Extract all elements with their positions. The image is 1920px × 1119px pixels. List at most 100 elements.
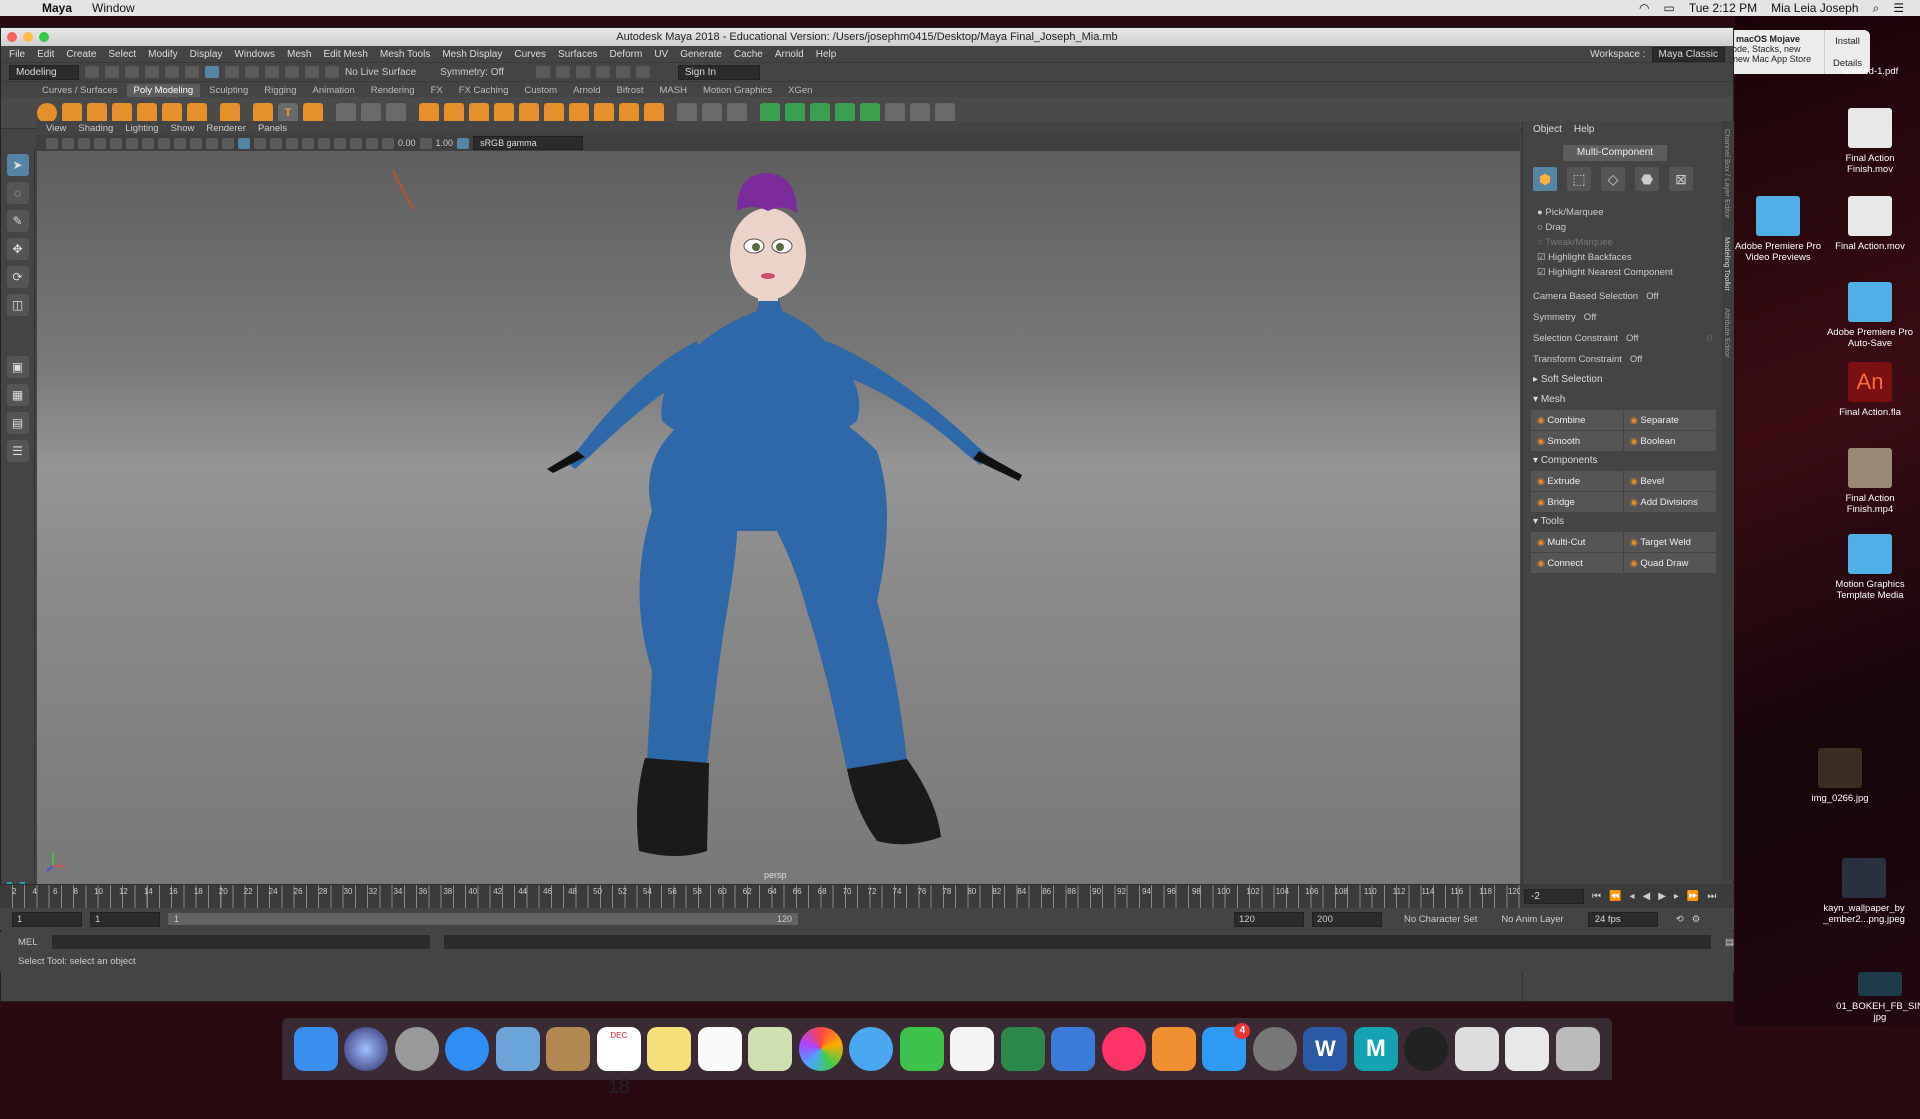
- tweak-marquee-radio[interactable]: ○ Tweak/Marquee: [1523, 235, 1722, 250]
- side-tab-modeling-toolkit[interactable]: Modeling Toolkit: [1722, 219, 1732, 291]
- menu-item[interactable]: Arnold: [775, 49, 804, 60]
- mesh-section[interactable]: ▾ Mesh: [1523, 390, 1722, 410]
- pick-marquee-radio[interactable]: ● Pick/Marquee: [1523, 205, 1722, 220]
- grid-icon[interactable]: [110, 137, 122, 149]
- menu-item[interactable]: Create: [66, 49, 96, 60]
- select-tool-icon[interactable]: ➤: [6, 154, 29, 176]
- menu-set-dropdown[interactable]: Modeling: [9, 64, 79, 80]
- tools-section[interactable]: ▾ Tools: [1523, 512, 1722, 532]
- render-view-icon[interactable]: [615, 66, 630, 78]
- anim-layer-dropdown[interactable]: No Anim Layer: [1501, 914, 1563, 925]
- uv-sew-icon[interactable]: [935, 102, 955, 123]
- boolean-icon[interactable]: [519, 102, 539, 123]
- install-button[interactable]: Install: [1835, 36, 1860, 47]
- wireframe-icon[interactable]: [206, 137, 218, 149]
- snap-surface-icon[interactable]: [325, 66, 339, 78]
- save-scene-icon[interactable]: [125, 66, 139, 78]
- time-slider[interactable]: 2 4 6 8 10 12 14 16 18 20 22 24 26 28 30 32 34 36 38 40 42 44…: [0, 884, 1522, 909]
- menu-item[interactable]: Mesh Tools: [380, 49, 430, 60]
- lights-icon[interactable]: [254, 137, 266, 149]
- command-language-label[interactable]: MEL: [18, 937, 38, 948]
- poly-cylinder-icon[interactable]: [87, 102, 107, 123]
- uv-spherical-icon[interactable]: [810, 102, 830, 123]
- connect-button[interactable]: Connect: [1531, 553, 1623, 573]
- view-transform-dropdown[interactable]: sRGB gamma: [473, 136, 584, 150]
- desktop-icon[interactable]: An Final Action.fla: [1824, 362, 1916, 418]
- shelf-tab[interactable]: Rendering: [364, 84, 422, 97]
- calendar-icon[interactable]: DEC 18: [596, 1027, 641, 1098]
- bridge-button[interactable]: Bridge: [1531, 492, 1623, 512]
- extract-icon[interactable]: [444, 102, 464, 123]
- safari-icon[interactable]: [445, 1027, 490, 1071]
- menu-item[interactable]: Generate: [680, 49, 722, 60]
- pages-icon[interactable]: [950, 1027, 995, 1071]
- mac-menu-app[interactable]: Maya: [42, 1, 72, 15]
- shelf-tab[interactable]: Arnold: [566, 84, 607, 97]
- viewport-persp[interactable]: persp: [37, 151, 1520, 884]
- shelf-tab[interactable]: FX Caching: [452, 84, 516, 97]
- shelf-tab[interactable]: Motion Graphics: [696, 84, 779, 97]
- pause-icon[interactable]: [635, 66, 650, 78]
- workspace-selector[interactable]: Workspace : Maya Classic: [1590, 46, 1725, 62]
- step-forward-frame-icon[interactable]: ▸: [1674, 891, 1679, 902]
- bevel-button[interactable]: Bevel: [1624, 471, 1716, 491]
- fps-dropdown[interactable]: 24 fps: [1587, 911, 1658, 927]
- step-forward-key-icon[interactable]: ⏩: [1687, 891, 1699, 902]
- siri-icon[interactable]: [344, 1027, 389, 1071]
- live-surface-label[interactable]: No Live Surface: [345, 67, 416, 78]
- single-perspective-layout-icon[interactable]: ▦: [6, 384, 29, 406]
- documents-stack-icon[interactable]: [1454, 1027, 1499, 1071]
- poly-sphere-icon[interactable]: [37, 102, 57, 123]
- target-weld-button[interactable]: Target Weld: [1624, 532, 1716, 552]
- panel-menu-item[interactable]: Lighting: [125, 123, 158, 134]
- uv-mode-icon[interactable]: ⊠: [1669, 167, 1693, 191]
- gate-mask-icon[interactable]: [158, 137, 170, 149]
- itunes-icon[interactable]: [1101, 1027, 1146, 1071]
- clock[interactable]: Tue 2:12 PM: [1689, 1, 1757, 15]
- render-icon[interactable]: [535, 66, 550, 78]
- zoom-window-button[interactable]: [39, 32, 49, 42]
- camera-lock-icon[interactable]: [62, 137, 74, 149]
- end-time-field[interactable]: 200: [1312, 911, 1382, 927]
- go-to-end-icon[interactable]: ⏭: [1707, 891, 1716, 902]
- remesh-icon[interactable]: [544, 102, 564, 123]
- shelf-tab[interactable]: Custom: [517, 84, 564, 97]
- svg-icon[interactable]: [303, 102, 323, 123]
- drag-radio[interactable]: ○ Drag: [1523, 220, 1722, 235]
- desktop-icon[interactable]: Final Action Finish.mp4: [1824, 448, 1916, 515]
- hypershade-icon[interactable]: [595, 66, 610, 78]
- script-editor-icon[interactable]: ▤: [1725, 937, 1734, 948]
- rotate-tool-icon[interactable]: ⟳: [6, 266, 29, 288]
- combine-icon[interactable]: [419, 102, 439, 123]
- menu-item[interactable]: Curves: [514, 49, 546, 60]
- ipr-render-icon[interactable]: [555, 66, 570, 78]
- toolkit-menu-help[interactable]: Help: [1574, 124, 1595, 135]
- current-frame-field[interactable]: -2: [1524, 888, 1584, 904]
- camera-selection-dropdown[interactable]: Off: [1646, 286, 1659, 307]
- sculpting-icon[interactable]: [336, 102, 356, 123]
- reminders-icon[interactable]: [697, 1027, 742, 1071]
- command-input[interactable]: [51, 935, 431, 949]
- desktop-icon[interactable]: Adobe Premiere Pro Auto-Save: [1824, 282, 1916, 349]
- undo-icon[interactable]: [145, 66, 159, 78]
- character-set-dropdown[interactable]: No Character Set: [1404, 914, 1477, 925]
- spotlight-icon[interactable]: ⌕: [1873, 1, 1880, 16]
- quicktime-icon[interactable]: [1404, 1027, 1449, 1071]
- color-management-icon[interactable]: [457, 137, 470, 149]
- outliner-layout-icon[interactable]: ☰: [6, 440, 29, 462]
- selection-constraint-dropdown[interactable]: Off: [1626, 328, 1639, 349]
- playback-start-field[interactable]: 1: [90, 911, 160, 927]
- photos-icon[interactable]: [798, 1027, 843, 1071]
- xray-joints-icon[interactable]: [366, 137, 378, 149]
- vertex-mode-icon[interactable]: ⬚: [1567, 167, 1591, 191]
- shelf-tab[interactable]: Bifrost: [610, 84, 651, 97]
- average-icon[interactable]: [386, 102, 406, 123]
- shelf-tab[interactable]: Curves / Surfaces: [35, 84, 125, 97]
- uv-camera-icon[interactable]: [860, 102, 880, 123]
- resolution-gate-icon[interactable]: [142, 137, 154, 149]
- launchpad-icon[interactable]: [394, 1027, 439, 1071]
- desktop-icon[interactable]: Final Action.mov: [1824, 196, 1916, 252]
- desktop-icon[interactable]: Final Action Finish.mov: [1824, 108, 1916, 175]
- selection-constraint-value[interactable]: 0: [1707, 328, 1712, 349]
- light-handle[interactable]: [392, 170, 414, 210]
